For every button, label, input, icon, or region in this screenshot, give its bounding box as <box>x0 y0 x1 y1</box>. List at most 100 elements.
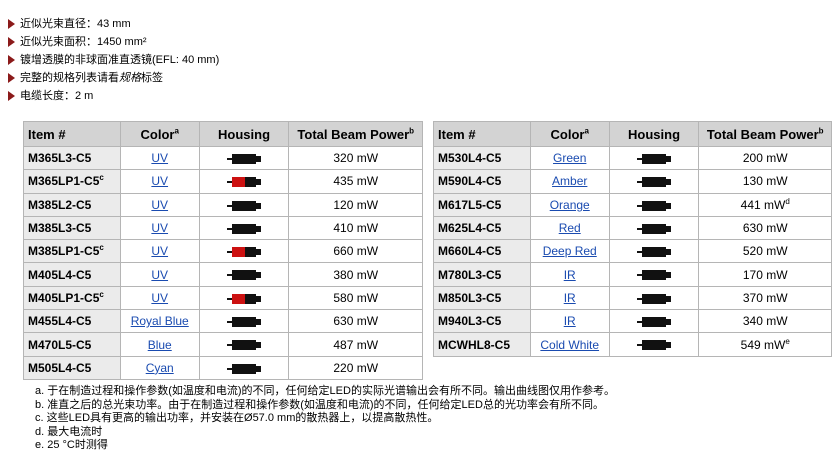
footnote-e: e. 25 °C时测得 <box>35 439 108 452</box>
housing-cell <box>198 262 290 287</box>
power-cell: 441 mWd <box>698 192 832 217</box>
led-housing-icon <box>227 293 262 304</box>
color-link[interactable]: UV <box>151 198 168 212</box>
power-cell: 487 mW <box>288 332 423 357</box>
power-cell: 520 mW <box>698 239 832 264</box>
color-link[interactable]: Red <box>559 221 581 235</box>
bullet-arrow-icon <box>8 55 15 65</box>
footnote-a: a. 于在制造过程和操作参数(如温度和电流)的不同，任何给定LED的实际光谱输出… <box>35 385 615 397</box>
table-row: M625L4-C5 Red 630 mW <box>433 215 832 241</box>
power-cell: 340 mW <box>698 309 832 334</box>
item-number: M660L4-C5 <box>433 239 531 264</box>
power-cell: 549 mWe <box>698 332 832 357</box>
color-link[interactable]: Blue <box>148 338 172 352</box>
feature-text: 镀增透膜的非球面准直透镜(EFL: 40 mm) <box>20 54 220 66</box>
color-link[interactable]: Orange <box>550 198 590 212</box>
led-housing-icon <box>637 177 672 188</box>
table-row: M385L2-C5 UV 120 mW <box>23 192 423 217</box>
color-cell: UV <box>119 169 200 194</box>
feature-item: 完整的规格列表请看 规格 标签 <box>8 69 219 87</box>
table-row: M780L3-C5 IR 170 mW <box>433 262 832 287</box>
color-link[interactable]: UV <box>151 221 168 235</box>
color-link[interactable]: Cyan <box>146 361 174 375</box>
color-link[interactable]: IR <box>564 291 576 305</box>
power-cell: 120 mW <box>288 192 423 217</box>
power-cell: 410 mW <box>288 215 423 241</box>
header-color: Colora <box>119 121 200 147</box>
header-power: Total Beam Powerb <box>288 121 423 147</box>
table-row: M505L4-C5 Cyan 220 mW <box>23 355 423 380</box>
feature-text-suffix: 标签 <box>141 72 163 84</box>
color-link[interactable]: Green <box>553 151 586 165</box>
led-housing-icon <box>637 340 672 351</box>
color-link[interactable]: UV <box>151 151 168 165</box>
led-housing-icon <box>227 270 262 281</box>
table-row: M850L3-C5 IR 370 mW <box>433 285 832 311</box>
color-cell: Green <box>529 145 610 171</box>
table-row: M385LP1-C5c UV 660 mW <box>23 239 423 264</box>
color-link[interactable]: UV <box>151 174 168 188</box>
color-link[interactable]: IR <box>564 314 576 328</box>
header-item: Item # <box>23 121 121 147</box>
feature-list: 近似光束直径：43 mm 近似光束面积：1450 mm² 镀增透膜的非球面准直透… <box>8 15 219 105</box>
led-housing-icon <box>227 340 262 351</box>
housing-cell <box>608 285 700 311</box>
bullet-arrow-icon <box>8 19 15 29</box>
color-link[interactable]: Royal Blue <box>131 314 189 328</box>
feature-text: 近似光束直径：43 mm <box>20 18 131 30</box>
table-row: M365LP1-C5c UV 435 mW <box>23 169 423 194</box>
feature-text-prefix: 完整的规格列表请看 <box>20 72 119 84</box>
color-cell: UV <box>119 285 200 311</box>
led-housing-icon <box>227 363 262 374</box>
led-housing-icon <box>227 200 262 211</box>
color-cell: UV <box>119 145 200 171</box>
feature-item: 近似光束面积：1450 mm² <box>8 33 219 51</box>
color-link[interactable]: Cold White <box>540 338 599 352</box>
housing-cell <box>608 215 700 241</box>
feature-text: 近似光束面积：1450 mm² <box>20 36 147 48</box>
table-row: M405L4-C5 UV 380 mW <box>23 262 423 287</box>
table-row: M530L4-C5 Green 200 mW <box>433 145 832 171</box>
power-cell: 370 mW <box>698 285 832 311</box>
led-housing-icon <box>227 247 262 258</box>
table-row: M365L3-C5 UV 320 mW <box>23 145 423 171</box>
color-link[interactable]: UV <box>151 244 168 258</box>
table-row: M470L5-C5 Blue 487 mW <box>23 332 423 357</box>
led-housing-icon <box>637 270 672 281</box>
power-cell: 130 mW <box>698 169 832 194</box>
color-link[interactable]: Deep Red <box>543 244 597 258</box>
item-number: M385L3-C5 <box>23 215 121 241</box>
color-cell: Orange <box>529 192 610 217</box>
color-cell: IR <box>529 262 610 287</box>
table-row: MCWHL8-C5 Cold White 549 mWe <box>433 332 832 357</box>
led-housing-icon <box>637 247 672 258</box>
feature-item: 镀增透膜的非球面准直透镜(EFL: 40 mm) <box>8 51 219 69</box>
housing-cell <box>608 169 700 194</box>
table-row: M940L3-C5 IR 340 mW <box>433 309 832 334</box>
power-cell: 220 mW <box>288 355 423 380</box>
color-cell: Cyan <box>119 355 200 380</box>
item-number: M625L4-C5 <box>433 215 531 241</box>
bullet-arrow-icon <box>8 73 15 83</box>
housing-cell <box>198 355 290 380</box>
color-link[interactable]: IR <box>564 268 576 282</box>
housing-cell <box>608 192 700 217</box>
led-housing-icon <box>227 223 262 234</box>
color-cell: UV <box>119 262 200 287</box>
led-table-right: Item # Colora Housing Total Beam Powerb … <box>433 121 832 357</box>
item-number: M405L4-C5 <box>23 262 121 287</box>
housing-cell <box>198 332 290 357</box>
item-number: M780L3-C5 <box>433 262 531 287</box>
housing-cell <box>608 145 700 171</box>
header-item: Item # <box>433 121 531 147</box>
power-cell: 320 mW <box>288 145 423 171</box>
bullet-arrow-icon <box>8 91 15 101</box>
color-cell: UV <box>119 239 200 264</box>
housing-cell <box>198 239 290 264</box>
color-link[interactable]: UV <box>151 268 168 282</box>
housing-cell <box>608 262 700 287</box>
color-link[interactable]: Amber <box>552 174 587 188</box>
color-link[interactable]: UV <box>151 291 168 305</box>
color-cell: Amber <box>529 169 610 194</box>
feature-item: 电缆长度：2 m <box>8 87 219 105</box>
